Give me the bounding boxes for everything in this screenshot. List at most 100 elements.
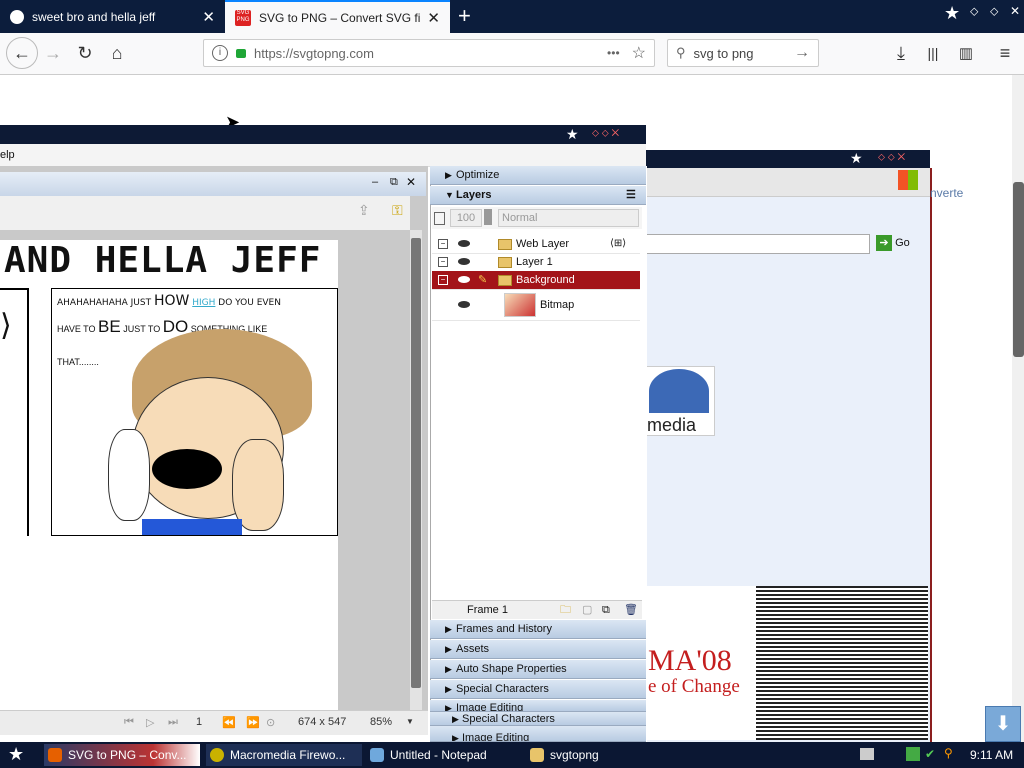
forward-button[interactable]: → — [40, 40, 66, 66]
new-layer-icon[interactable]: ▢ — [582, 601, 592, 619]
next-frame-icon[interactable]: ⏩ — [246, 716, 260, 729]
window-controls-icon[interactable]: ⬦ ⬦ ✕ — [878, 152, 905, 163]
taskbar-item-fireworks[interactable]: Macromedia Firewo... — [206, 744, 362, 766]
layer-row-background[interactable]: − ✎ Background — [432, 271, 640, 290]
page-scrollbar-thumb[interactable] — [1013, 182, 1024, 357]
doc-close-icon[interactable]: ✕ — [406, 175, 416, 189]
taskbar-item-notepad[interactable]: Untitled - Notepad — [366, 744, 522, 766]
menu-help[interactable]: elp — [0, 149, 15, 161]
url-text[interactable]: https://svgtopng.com — [254, 46, 607, 61]
folder-icon — [530, 748, 544, 762]
panel-image-editing-ghost[interactable]: ▶ Image Editing — [430, 726, 646, 742]
zoom-select[interactable]: 85% — [370, 716, 392, 728]
new-folder-icon[interactable]: 🗀 — [560, 601, 571, 619]
search-go-icon[interactable]: → — [794, 44, 810, 62]
network-icon[interactable] — [906, 747, 920, 761]
eye-icon[interactable] — [458, 301, 470, 308]
clock[interactable]: 9:11 AM — [970, 748, 1013, 762]
url-bar[interactable]: i https://svgtopng.com ••• ☆ — [203, 39, 655, 67]
fireworks-icon — [210, 748, 224, 762]
search-tray-icon[interactable]: ⚲ — [944, 746, 953, 760]
shield-icon[interactable]: ✔ — [925, 747, 935, 761]
lock-icon — [236, 48, 246, 58]
minimize-icon[interactable]: ⬦ — [970, 4, 978, 19]
close-tab-icon[interactable]: ✕ — [202, 8, 215, 26]
go-button[interactable]: ➔ Go — [876, 235, 926, 251]
taskbar-item-folder[interactable]: svgtopng — [526, 744, 682, 766]
play-icon[interactable]: ▷ — [146, 716, 154, 729]
keyboard-icon[interactable] — [860, 748, 874, 760]
new-tab-button[interactable]: + — [458, 5, 471, 27]
site-info-icon[interactable]: i — [212, 45, 228, 61]
canvas-scrollbar-thumb[interactable] — [411, 238, 421, 688]
last-frame-icon[interactable]: ⏭ — [168, 716, 178, 729]
lock-icon[interactable] — [434, 212, 445, 225]
prev-frame-icon[interactable]: ⏪ — [222, 716, 236, 729]
key-icon[interactable]: ⚿ — [392, 202, 403, 219]
back-button[interactable]: ← — [6, 37, 38, 69]
tab-label: SVG to PNG – Convert SVG files to — [259, 10, 421, 25]
reload-button[interactable]: ↻ — [72, 40, 98, 66]
window-controls-icon[interactable]: ⬦ ⬦ ✕ — [592, 128, 619, 139]
panel-assets[interactable]: ▶ Assets — [430, 640, 646, 659]
document-titlebar: – ⧉ ✕ — [0, 172, 426, 196]
collapse-icon[interactable]: − — [438, 239, 448, 249]
upload-icon[interactable]: ⇪ — [358, 202, 370, 219]
scroll-down-icon[interactable]: ⬇ — [985, 706, 1021, 742]
library-icon[interactable]: ||| — [920, 40, 946, 66]
panel-image-editing[interactable]: ▶ Image Editing — [430, 700, 646, 712]
document-canvas[interactable]: AND HELLA JEFF ⟩ AHAHAHAHAHA JUST HOW HI… — [0, 240, 338, 536]
character-shirt-icon — [142, 519, 242, 535]
panel-auto-shape[interactable]: ▶ Auto Shape Properties — [430, 660, 646, 679]
duplicate-icon[interactable]: ⧉ — [602, 601, 610, 619]
opacity-slider[interactable] — [484, 209, 492, 225]
home-button[interactable]: ⌂ — [104, 40, 130, 66]
page-actions-icon[interactable]: ••• — [607, 46, 620, 60]
app-star-icon: ★ — [944, 3, 961, 23]
layer-row-web[interactable]: − Web Layer ⟨⊞⟩ — [432, 235, 640, 254]
trash-icon[interactable]: 🗑 — [624, 601, 638, 619]
chevron-right-icon: ▶ — [445, 624, 452, 634]
first-frame-icon[interactable]: ⏮ — [124, 716, 134, 729]
chevron-down-icon[interactable]: ▼ — [406, 717, 414, 726]
menu-icon[interactable]: ≡ — [992, 40, 1018, 66]
layer-row-layer1[interactable]: − Layer 1 — [432, 253, 640, 272]
maximize-icon[interactable]: ⬦ — [990, 4, 998, 19]
frame-label[interactable]: Frame 1 — [467, 601, 508, 619]
panel-frames-history[interactable]: ▶ Frames and History — [430, 620, 646, 639]
poster-subtitle: e of Change — [648, 676, 740, 697]
doc-minimize-icon[interactable]: – — [372, 176, 378, 188]
taskbar-item-browser[interactable]: SVG to PNG – Conv... — [44, 744, 200, 766]
layer-row-bitmap[interactable]: Bitmap — [432, 290, 640, 321]
collapse-icon[interactable]: − — [438, 275, 448, 285]
start-star-icon[interactable]: ★ — [8, 744, 24, 765]
close-tab-icon[interactable]: ✕ — [427, 9, 440, 27]
eye-icon[interactable] — [458, 276, 470, 283]
panel-special-characters[interactable]: ▶ Special Characters — [430, 680, 646, 699]
blend-mode-select[interactable]: Normal — [498, 209, 639, 227]
loop-icon[interactable]: ⊙ — [266, 716, 275, 729]
tab-sweet-bro[interactable]: sweet bro and hella jeff ✕ — [0, 0, 225, 33]
close-window-icon[interactable]: ✕ — [1010, 4, 1020, 18]
search-text[interactable]: svg to png — [694, 46, 794, 61]
panel-layers[interactable]: ▼ Layers ☰ — [430, 186, 646, 205]
search-bar[interactable]: ⚲ svg to png → — [667, 39, 819, 67]
eye-icon[interactable] — [458, 258, 470, 265]
go-arrow-icon: ➔ — [876, 235, 892, 251]
page-scrollbar[interactable] — [1012, 75, 1024, 742]
tab-svg-to-png[interactable]: SVG PNG SVG to PNG – Convert SVG files t… — [225, 0, 450, 33]
panel-special-characters-ghost[interactable]: ▶ Special Characters — [430, 712, 646, 726]
notepad-icon — [370, 748, 384, 762]
downloads-icon[interactable]: ⤓ — [888, 40, 914, 66]
eye-icon[interactable] — [458, 240, 470, 247]
panel-options-icon[interactable]: ☰ — [626, 186, 636, 205]
opacity-field[interactable]: 100 — [450, 209, 482, 227]
canvas-scrollbar[interactable] — [410, 230, 422, 710]
sidebar-icon[interactable]: ▥ — [953, 40, 979, 66]
panel-optimize[interactable]: ▶ Optimize — [430, 166, 646, 185]
bookmark-star-icon[interactable]: ☆ — [632, 43, 646, 63]
collapse-icon[interactable]: − — [438, 257, 448, 267]
second-window-address[interactable] — [646, 234, 870, 254]
panel-title: Auto Shape Properties — [456, 663, 567, 675]
doc-restore-icon[interactable]: ⧉ — [390, 176, 398, 189]
